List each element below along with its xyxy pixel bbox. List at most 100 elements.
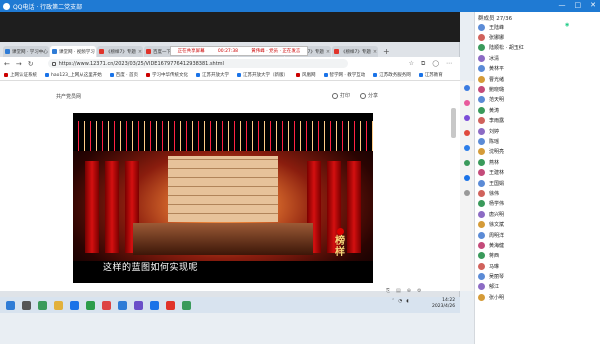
minimize-button[interactable]: — bbox=[559, 1, 566, 9]
bookmark-item[interactable]: 百度 · 首页 bbox=[109, 72, 138, 78]
browser-tab[interactable]: 课堂网 · 学习中心× bbox=[3, 46, 49, 57]
browser-tab[interactable]: 课堂网 · 视频学习× bbox=[50, 46, 96, 57]
member-name: 黄涛 bbox=[489, 107, 500, 114]
site-breadcrumb[interactable]: 共产党员网 bbox=[56, 93, 81, 100]
forward-button[interactable]: → bbox=[16, 60, 22, 68]
zoom-icon[interactable]: ⊕ bbox=[407, 288, 411, 294]
network-icon[interactable]: ◔ bbox=[398, 299, 402, 304]
member-row[interactable]: 李雨露 bbox=[478, 116, 598, 126]
member-row[interactable]: 刘婷 bbox=[478, 126, 598, 136]
volume-icon[interactable]: ◖ bbox=[406, 299, 408, 304]
app-icon[interactable] bbox=[134, 300, 143, 310]
settings-icon[interactable]: ⚙ bbox=[417, 288, 421, 294]
bookmark-item[interactable]: 江苏开放大学（新版） bbox=[237, 72, 288, 78]
outlook-icon[interactable] bbox=[464, 160, 470, 166]
member-row[interactable]: 陈瑶 bbox=[478, 136, 598, 146]
add-icon[interactable] bbox=[464, 190, 470, 196]
member-row[interactable]: 黄林平 bbox=[478, 64, 598, 74]
member-row[interactable]: 唐兴明 bbox=[478, 209, 598, 219]
tools-icon[interactable] bbox=[464, 115, 470, 121]
member-row[interactable]: 徐文斌 bbox=[478, 219, 598, 229]
search-taskbar-icon[interactable] bbox=[22, 300, 31, 310]
member-row[interactable]: 郁江 bbox=[478, 282, 598, 292]
print-button[interactable]: 打印 bbox=[332, 92, 350, 99]
member-name: 燕林 bbox=[489, 159, 500, 166]
close-button[interactable]: ✕ bbox=[590, 1, 596, 9]
member-row[interactable]: 吴丽琴 bbox=[478, 271, 598, 281]
shopping-icon[interactable] bbox=[464, 100, 470, 106]
search-icon[interactable] bbox=[464, 85, 470, 91]
translate-icon[interactable]: ⎘ bbox=[386, 288, 390, 294]
tab-close-icon[interactable]: × bbox=[326, 49, 330, 55]
party-emblem-icon bbox=[336, 228, 344, 235]
chevron-up-icon[interactable]: ˄ bbox=[392, 299, 394, 304]
member-row[interactable]: 冰清 bbox=[478, 53, 598, 63]
tab-close-icon[interactable]: × bbox=[373, 49, 377, 55]
member-row[interactable]: 王国娟 bbox=[478, 178, 598, 188]
member-name: 冰清 bbox=[489, 55, 500, 62]
member-avatar bbox=[478, 23, 485, 31]
program-logo-line2: 样 bbox=[335, 247, 345, 258]
member-row[interactable]: 陆顺松 · 胡玉红 bbox=[478, 43, 598, 53]
office-icon[interactable] bbox=[464, 145, 470, 151]
tab-favicon-icon bbox=[334, 49, 339, 54]
explorer-icon[interactable] bbox=[54, 300, 63, 310]
taskbar-clock[interactable]: 14:22 2023/4/26 bbox=[432, 298, 455, 310]
back-button[interactable]: ← bbox=[4, 60, 10, 68]
member-name: 黄海健 bbox=[489, 242, 505, 249]
member-row[interactable]: 徐伟 bbox=[478, 188, 598, 198]
address-bar[interactable]: https://www.12371.cn/2023/03/25/VIDE1679… bbox=[47, 59, 348, 68]
member-row[interactable]: 曹光绪 bbox=[478, 74, 598, 84]
maximize-button[interactable]: □ bbox=[575, 1, 582, 9]
member-row[interactable]: 张小明 bbox=[478, 292, 598, 302]
member-row[interactable]: 张娜娜 bbox=[478, 32, 598, 42]
app-icon[interactable] bbox=[182, 300, 191, 310]
bookmark-item[interactable]: 江苏政务服务网 bbox=[373, 72, 411, 78]
wps-icon[interactable] bbox=[166, 300, 175, 310]
page-scrollbar[interactable] bbox=[451, 108, 456, 138]
start-icon[interactable] bbox=[6, 300, 15, 310]
member-row[interactable]: 鲍晓璐 bbox=[478, 84, 598, 94]
member-row[interactable]: 王建林 bbox=[478, 167, 598, 177]
member-row[interactable]: 周明洋 bbox=[478, 230, 598, 240]
app-icon[interactable] bbox=[118, 300, 127, 310]
member-row[interactable]: 黄海健 bbox=[478, 240, 598, 250]
app-icon[interactable] bbox=[150, 300, 159, 310]
member-row[interactable]: 杨学伟 bbox=[478, 199, 598, 209]
games-icon[interactable] bbox=[464, 130, 470, 136]
star-icon[interactable]: ☆ bbox=[409, 60, 414, 68]
share-button[interactable]: 分享 bbox=[360, 92, 378, 99]
bookmark-item[interactable]: hao123_上网从这里开始 bbox=[45, 72, 102, 78]
print-icon bbox=[332, 92, 338, 99]
member-row[interactable]: 蒋西 bbox=[478, 251, 598, 261]
member-row[interactable]: 沈明亮 bbox=[478, 147, 598, 157]
browser-tab[interactable]: 《榜样7》专题× bbox=[97, 46, 143, 57]
member-row[interactable]: 范天明 bbox=[478, 95, 598, 105]
bookmark-item[interactable]: 风凰网 bbox=[296, 72, 316, 78]
member-row[interactable]: 黄涛 bbox=[478, 105, 598, 115]
screen-share-bar[interactable]: 正在共享屏幕 00:27:38 黄伟峰 · 党员 · 正在发言 bbox=[170, 46, 308, 56]
drop-icon[interactable] bbox=[464, 175, 470, 181]
app-icon[interactable] bbox=[102, 300, 111, 310]
wechat-icon[interactable] bbox=[86, 300, 95, 310]
edge-icon[interactable] bbox=[38, 300, 47, 310]
new-tab-button[interactable]: + bbox=[379, 46, 394, 57]
member-row[interactable]: 马琳 bbox=[478, 261, 598, 271]
member-row[interactable]: 王陆峰 bbox=[478, 22, 598, 32]
qq-icon[interactable] bbox=[70, 300, 79, 310]
profile-icon[interactable]: ◯ bbox=[432, 60, 439, 68]
refresh-button[interactable]: ↻ bbox=[28, 60, 34, 68]
bookmark-item[interactable]: 智学网 · 教学互动 bbox=[323, 72, 365, 78]
browser-tab[interactable]: 《榜样7》专题× bbox=[332, 46, 378, 57]
video-player[interactable]: 这样的蓝图如何实现呢 榜 样 bbox=[73, 113, 373, 283]
bookmark-item[interactable]: 江苏开放大学 bbox=[196, 72, 229, 78]
bookmark-item[interactable]: 江苏教育 bbox=[418, 72, 443, 78]
member-row[interactable]: 燕林 bbox=[478, 157, 598, 167]
menu-icon[interactable]: ⋯ bbox=[446, 60, 452, 68]
tab-label: 百度一下 bbox=[153, 49, 171, 55]
tab-close-icon[interactable]: × bbox=[138, 49, 142, 55]
reader-icon[interactable]: ▤ bbox=[396, 288, 401, 294]
bookmark-item[interactable]: 学习中华传统文化 bbox=[146, 72, 188, 78]
extensions-icon[interactable]: ⧉ bbox=[421, 60, 425, 68]
bookmark-item[interactable]: 上网认证系统 bbox=[4, 72, 37, 78]
